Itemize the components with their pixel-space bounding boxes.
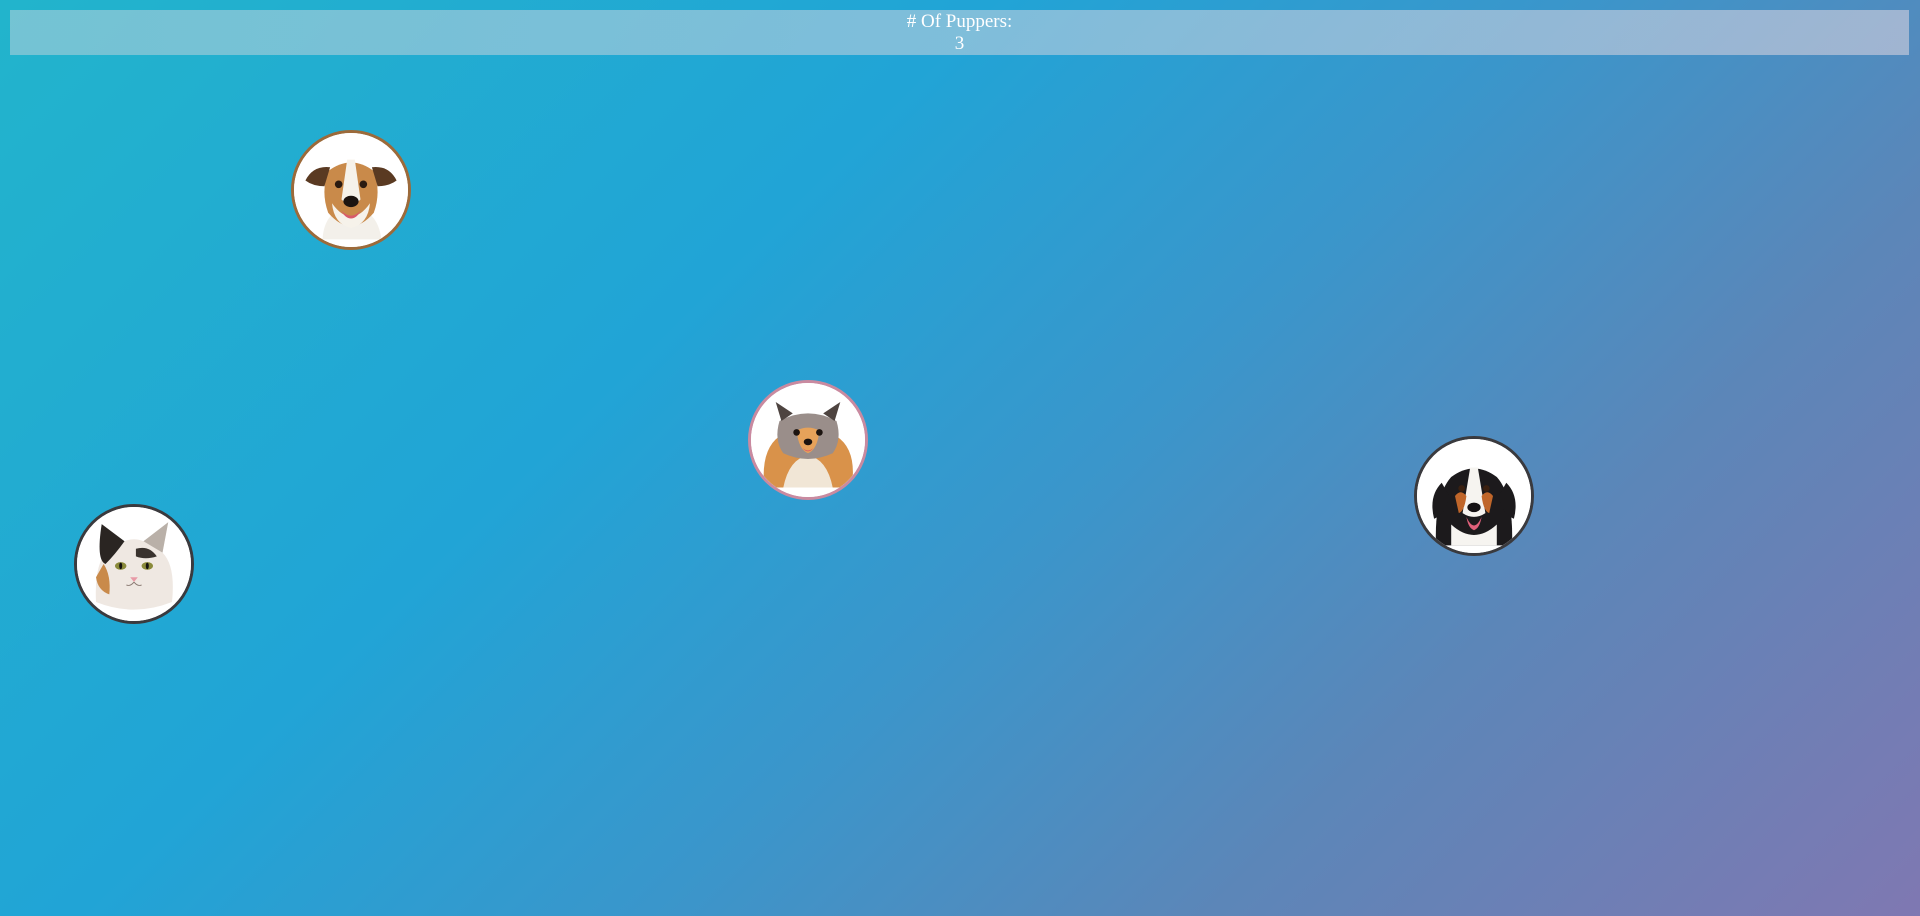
dog-target-bernese[interactable]: [1414, 436, 1534, 556]
dog-icon: [294, 133, 408, 247]
cat-target-calico[interactable]: [74, 504, 194, 624]
pupper-counter: # Of Puppers: 3: [10, 10, 1909, 55]
pupper-counter-value: 3: [954, 33, 965, 54]
pupper-counter-label: # Of Puppers:: [906, 11, 1013, 32]
cat-icon: [77, 507, 191, 621]
dog-target-pomeranian[interactable]: [748, 380, 868, 500]
dog-icon: [751, 383, 865, 497]
dog-icon: [1417, 439, 1531, 553]
dog-target-jack-russell[interactable]: [291, 130, 411, 250]
